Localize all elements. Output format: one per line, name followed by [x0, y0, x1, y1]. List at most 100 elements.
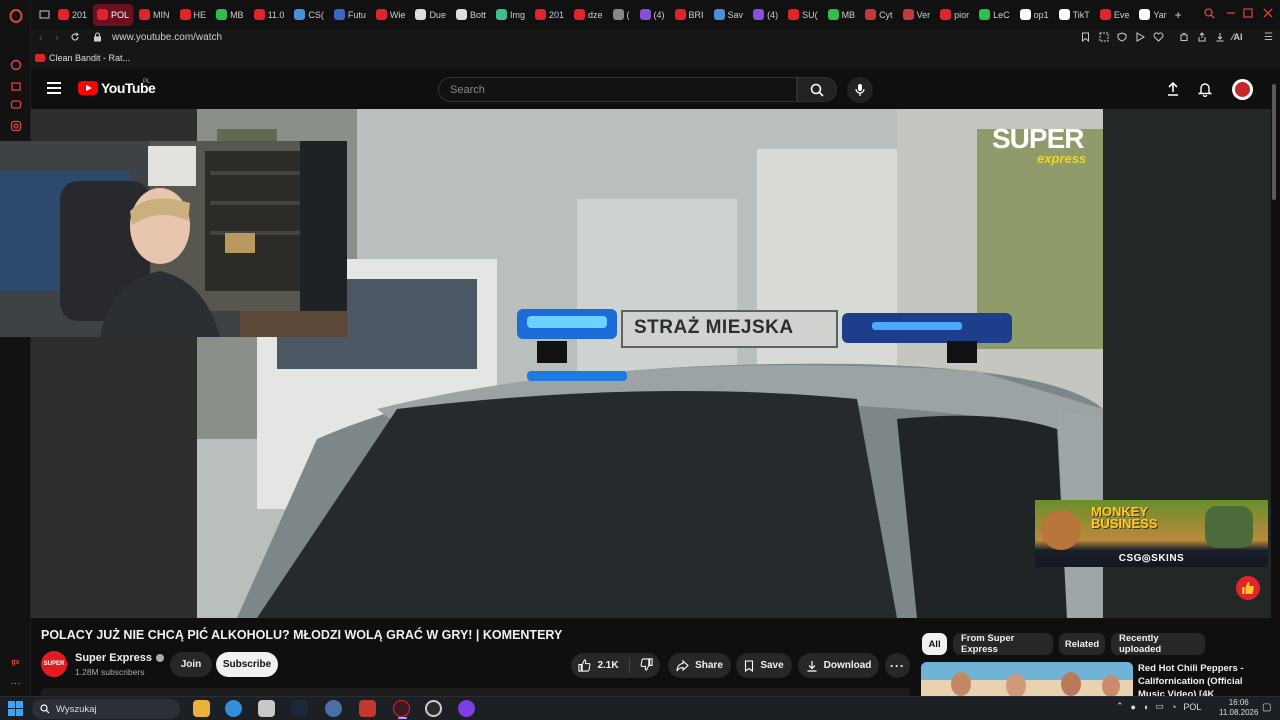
- gx-icon[interactable]: gx: [8, 655, 23, 670]
- browser-tab[interactable]: Img: [492, 4, 529, 26]
- heart-icon[interactable]: [1153, 32, 1164, 45]
- browser-tab[interactable]: HE: [176, 4, 211, 26]
- language-indicator[interactable]: POL: [1183, 702, 1201, 712]
- share-button[interactable]: Share: [668, 653, 731, 678]
- reload-icon[interactable]: [70, 32, 80, 45]
- browser-tab[interactable]: 11.0: [250, 4, 289, 26]
- browser-tab[interactable]: BRI: [671, 4, 708, 26]
- taskbar-clock[interactable]: 16:06 11.08.2026: [1219, 698, 1258, 718]
- account-avatar[interactable]: [1232, 79, 1253, 100]
- maximize-icon[interactable]: [1243, 8, 1253, 21]
- voice-search-button[interactable]: [847, 77, 873, 103]
- chip-recently-uploaded[interactable]: Recently uploaded: [1111, 633, 1205, 655]
- url-field[interactable]: www.youtube.com/watch: [112, 32, 222, 43]
- obs-icon[interactable]: [425, 700, 442, 717]
- share-page-icon[interactable]: [1197, 32, 1207, 45]
- search-button[interactable]: [797, 77, 837, 102]
- browser-tab[interactable]: Futu: [330, 4, 370, 26]
- browser-tab[interactable]: Eve: [1096, 4, 1134, 26]
- more-actions-button[interactable]: ···: [885, 653, 910, 678]
- browser-tab[interactable]: (4): [749, 4, 782, 26]
- downloads-icon[interactable]: [1215, 32, 1225, 45]
- search-input[interactable]: Search: [438, 77, 797, 102]
- file-explorer-icon[interactable]: [193, 700, 210, 717]
- settings-gear-icon[interactable]: [325, 700, 342, 717]
- browser-tab[interactable]: MB: [212, 4, 248, 26]
- browser-tab[interactable]: Wie: [372, 4, 410, 26]
- browser-tab[interactable]: Sav: [710, 4, 748, 26]
- save-button[interactable]: Save: [736, 653, 792, 678]
- search-tabs-icon[interactable]: [1204, 8, 1215, 22]
- floating-like-button[interactable]: [1236, 576, 1260, 600]
- opera-logo-icon[interactable]: [8, 8, 23, 23]
- windows-start-icon[interactable]: [8, 701, 23, 716]
- adblock-shield-icon[interactable]: [1117, 32, 1127, 45]
- join-button[interactable]: Join: [170, 652, 212, 677]
- browser-tab[interactable]: dze: [570, 4, 607, 26]
- sidebar-more-icon[interactable]: ···: [8, 676, 23, 691]
- recommendation-title[interactable]: Red Hot Chili Peppers - Californication …: [1138, 662, 1263, 696]
- player-icon[interactable]: [1135, 32, 1146, 45]
- messenger-icon[interactable]: [8, 97, 23, 112]
- upload-icon[interactable]: [1165, 81, 1181, 97]
- channel-name-link[interactable]: Super Express: [75, 652, 165, 664]
- taskbar-search-box[interactable]: Wyszukaj: [32, 699, 180, 719]
- chip-from-channel[interactable]: From Super Express: [953, 633, 1053, 655]
- valorant-shield-icon[interactable]: [359, 700, 376, 717]
- volume-icon[interactable]: ◖: [1143, 702, 1148, 712]
- instagram-icon[interactable]: [8, 118, 23, 133]
- browser-tab[interactable]: Due: [411, 4, 450, 26]
- browser-tab[interactable]: SU(: [784, 4, 822, 26]
- forward-icon[interactable]: ›: [55, 32, 59, 44]
- lock-icon[interactable]: [93, 32, 102, 45]
- browser-tab[interactable]: (: [609, 4, 634, 26]
- subscribe-button[interactable]: Subscribe: [216, 652, 278, 677]
- browser-tab[interactable]: Ver: [899, 4, 935, 26]
- browser-menu-icon[interactable]: ☰: [1264, 32, 1273, 43]
- browser-tab[interactable]: 201: [531, 4, 568, 26]
- bookmark-page-icon[interactable]: [1081, 32, 1090, 45]
- app-icon-3[interactable]: [258, 700, 275, 717]
- browser-tab[interactable]: CS(: [290, 4, 328, 26]
- browser-tab[interactable]: MB: [824, 4, 860, 26]
- recommendation-thumbnail[interactable]: [921, 662, 1133, 696]
- opera-gx-icon[interactable]: [393, 700, 410, 719]
- browser-tab[interactable]: TikT: [1055, 4, 1094, 26]
- chip-related[interactable]: Related: [1059, 633, 1105, 655]
- browser-globe-icon[interactable]: [225, 700, 242, 717]
- notifications-bell-icon[interactable]: [1197, 81, 1213, 98]
- browser-tab[interactable]: 201: [54, 4, 91, 26]
- steam-icon[interactable]: [291, 700, 308, 717]
- download-button[interactable]: Download: [798, 653, 879, 678]
- aria-icon[interactable]: [8, 57, 23, 72]
- browser-tab[interactable]: MIN: [135, 4, 174, 26]
- like-button[interactable]: 2.1K: [578, 658, 630, 673]
- shopping-icon[interactable]: [8, 77, 23, 92]
- bookmark-item[interactable]: Clean Bandit - Rat...: [35, 53, 130, 63]
- display-icon[interactable]: ▭: [1155, 701, 1164, 712]
- snapshot-icon[interactable]: [1099, 32, 1109, 45]
- tab-workspaces[interactable]: [35, 4, 54, 26]
- browser-tab[interactable]: Yar: [1135, 4, 1170, 26]
- dislike-button[interactable]: [636, 657, 653, 674]
- network-icon[interactable]: ◔: [1171, 702, 1176, 712]
- hamburger-menu-icon[interactable]: [47, 82, 61, 94]
- close-icon[interactable]: [1263, 8, 1273, 21]
- browser-tab[interactable]: pior: [936, 4, 973, 26]
- back-icon[interactable]: ‹: [39, 32, 43, 44]
- chip-all[interactable]: All: [922, 633, 947, 655]
- page-scrollbar[interactable]: [1272, 84, 1276, 200]
- minimize-icon[interactable]: [1226, 8, 1236, 21]
- channel-avatar[interactable]: SUPER: [41, 651, 67, 677]
- ad-banner[interactable]: MONKEY BUSINESS CSG◎SKINS: [1035, 500, 1268, 567]
- browser-tab[interactable]: LeC: [975, 4, 1014, 26]
- notification-center-icon[interactable]: ▢: [1262, 702, 1271, 713]
- browser-tab[interactable]: Bott: [452, 4, 490, 26]
- browser-tab[interactable]: Cyt: [861, 4, 897, 26]
- new-tab-button[interactable]: +: [1171, 4, 1186, 26]
- browser-tab[interactable]: op1: [1016, 4, 1053, 26]
- tray-chevron-icon[interactable]: ⌃: [1116, 701, 1124, 712]
- browser-tab[interactable]: POL: [93, 3, 134, 26]
- microphone-tray-icon[interactable]: ●: [1131, 702, 1136, 712]
- browser-tab[interactable]: (4): [636, 4, 669, 26]
